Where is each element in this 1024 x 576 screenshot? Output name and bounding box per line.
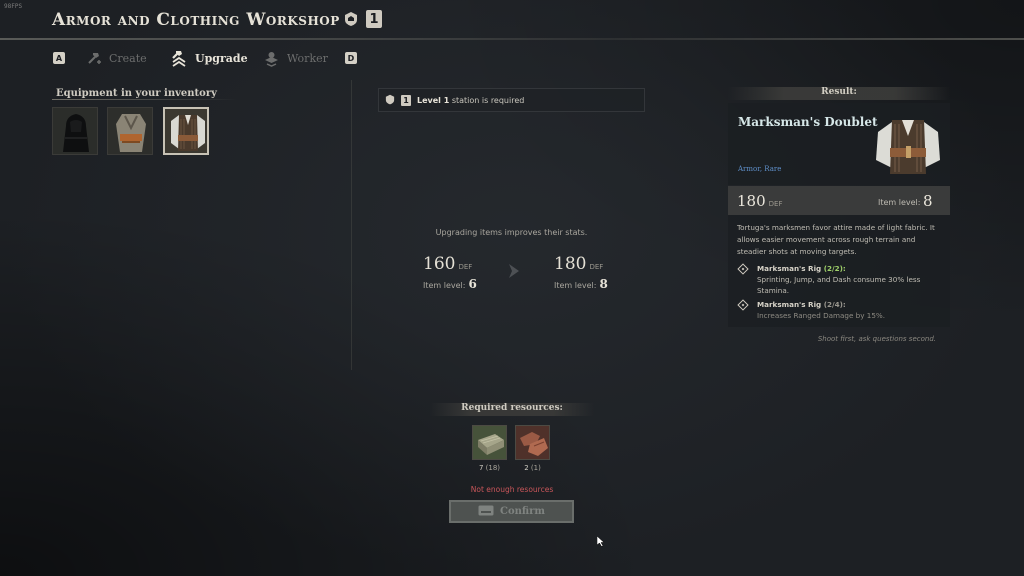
- resource-cloth-count: 7 (18): [472, 464, 507, 472]
- current-def: 160 DEF: [423, 254, 472, 274]
- not-enough-warning: Not enough resources: [470, 485, 554, 494]
- result-item-name: Marksman's Doublet: [738, 115, 878, 129]
- current-level-label: Item level:: [423, 281, 466, 290]
- upgrade-info: Upgrading items improves their stats.: [435, 228, 588, 237]
- result-doublet-icon: [872, 110, 944, 182]
- next-def-value: 180: [554, 254, 587, 274]
- next-item-level: Item level: 8: [554, 277, 608, 291]
- resource-leather-count: 2 (1): [515, 464, 550, 472]
- resource-leather-have: (1): [530, 464, 541, 472]
- station-icon: [343, 10, 359, 28]
- resource-cloth-need: 7: [478, 464, 484, 472]
- current-item-level: Item level: 6: [423, 277, 477, 291]
- perk-1-count: (2/2):: [823, 264, 846, 273]
- inventory-title: Equipment in your inventory: [56, 88, 217, 99]
- result-def: 180 DEF: [737, 192, 782, 210]
- cloth-bundle-icon: [473, 426, 506, 459]
- resource-cloth-have: (18): [485, 464, 501, 472]
- resource-slot-cloth[interactable]: [472, 425, 507, 460]
- tab-upgrade[interactable]: Upgrade: [170, 48, 248, 68]
- current-level-value: 6: [468, 277, 477, 291]
- header-divider: [0, 38, 1024, 40]
- confirm-button[interactable]: Confirm: [449, 500, 574, 523]
- mouse-cursor-icon: [596, 532, 605, 551]
- station-requirement: 1 Level 1 station is required: [378, 88, 645, 112]
- page-title: Armor and Clothing Workshop: [52, 10, 340, 30]
- perk-1-name: Marksman's Rig: [757, 264, 822, 273]
- requirement-level-badge: 1: [401, 94, 411, 106]
- inventory-slot-marksmans-doublet[interactable]: [163, 107, 209, 155]
- fps-counter: 98FPS: [4, 3, 23, 10]
- result-header: Result:: [728, 87, 950, 100]
- inventory-slot-hooded-armor[interactable]: [52, 107, 98, 155]
- upgrade-hammer-icon: [170, 49, 188, 67]
- inventory-slot-vest-outfit[interactable]: [107, 107, 153, 155]
- confirm-label: Confirm: [499, 506, 546, 517]
- next-level-label: Item level:: [554, 281, 597, 290]
- tab-upgrade-label: Upgrade: [195, 51, 248, 65]
- tab-worker-label: Worker: [287, 51, 328, 65]
- result-def-value: 180: [737, 192, 766, 210]
- vest-outfit-icon: [108, 108, 152, 154]
- requirement-level-text: Level 1: [417, 95, 450, 105]
- next-def-unit: DEF: [589, 263, 604, 271]
- doublet-icon: [165, 109, 207, 153]
- current-def-value: 160: [423, 254, 456, 274]
- worker-icon: [263, 50, 280, 67]
- result-description: Tortuga's marksmen favor attire made of …: [737, 223, 935, 256]
- leather-scraps-icon: [516, 426, 549, 459]
- perk-diamond-icon: [737, 263, 749, 275]
- perk-1-desc: Sprinting, Jump, and Dash consume 30% le…: [757, 275, 921, 295]
- tab-create[interactable]: Create: [86, 48, 147, 68]
- next-level-value: 8: [599, 277, 608, 291]
- perk-diamond-icon: [737, 299, 749, 311]
- station-small-icon: [385, 94, 395, 107]
- station-level-badge: 1: [366, 10, 382, 28]
- perk-2-name: Marksman's Rig: [757, 300, 822, 309]
- hammer-icon: [86, 50, 102, 66]
- panel-divider: [351, 80, 352, 370]
- next-def: 180 DEF: [554, 254, 603, 274]
- current-def-unit: DEF: [458, 263, 473, 271]
- hooded-armor-icon: [53, 108, 97, 154]
- result-level-value: 8: [923, 192, 933, 210]
- resources-header: Required resources:: [430, 403, 594, 416]
- upgrade-arrow-icon: [506, 262, 522, 284]
- perk-2-desc: Increases Ranged Damage by 15%.: [757, 311, 886, 320]
- result-item-type: Armor, Rare: [738, 165, 782, 173]
- perk-1: Marksman's Rig (2/2): Sprinting, Jump, a…: [737, 263, 927, 296]
- perk-2-count: (2/4):: [823, 300, 846, 309]
- resource-leather-need: 2: [524, 464, 529, 472]
- keyboard-icon: [478, 505, 494, 519]
- tab-worker[interactable]: Worker: [263, 48, 328, 68]
- result-def-unit: DEF: [768, 200, 783, 208]
- key-hint-a: A: [53, 52, 65, 64]
- perk-2: Marksman's Rig (2/4): Increases Ranged D…: [737, 299, 927, 321]
- result-level-label: Item level:: [878, 198, 921, 207]
- key-hint-d: D: [345, 52, 357, 64]
- requirement-rest-text: station is required: [451, 95, 525, 105]
- resource-slot-leather[interactable]: [515, 425, 550, 460]
- inventory-divider: [52, 99, 238, 100]
- result-flavor-text: Shoot first, ask questions second.: [817, 335, 936, 343]
- tab-create-label: Create: [109, 51, 147, 65]
